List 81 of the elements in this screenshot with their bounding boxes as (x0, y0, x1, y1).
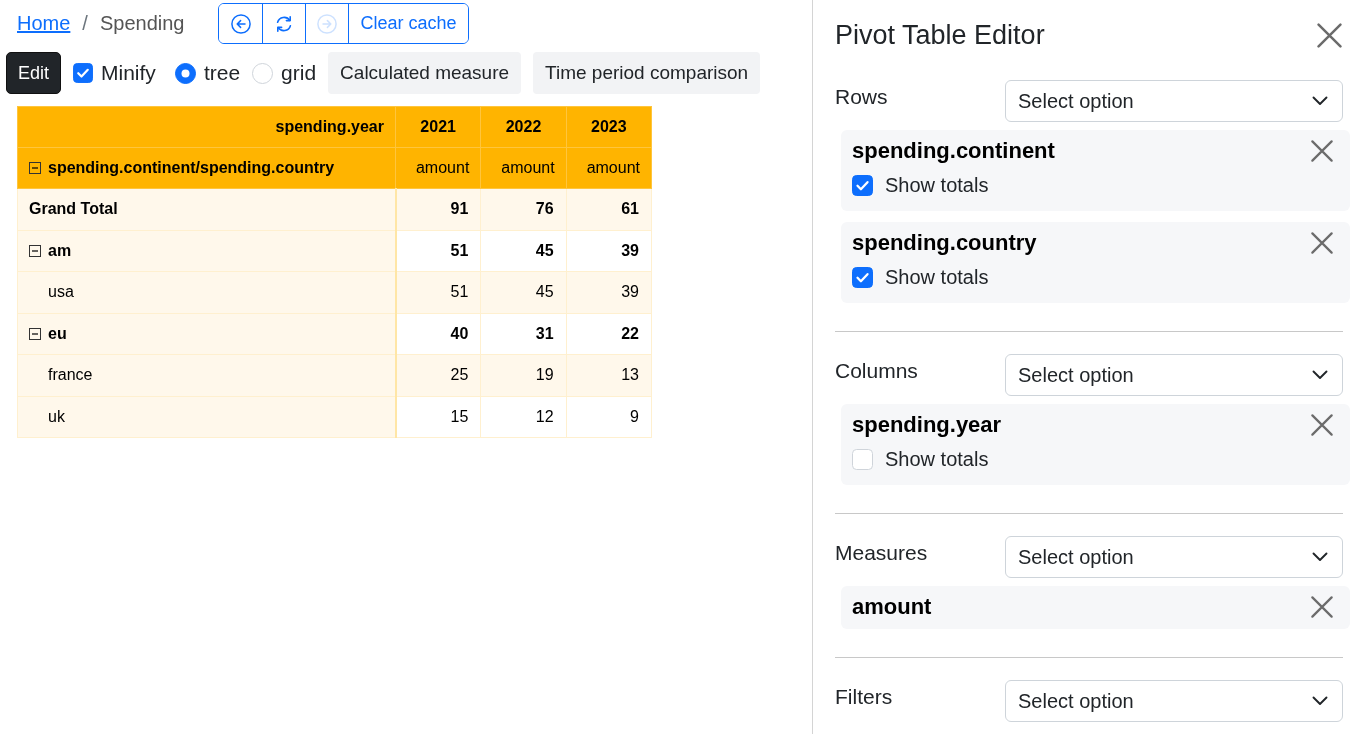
minus-square-icon[interactable] (29, 327, 41, 340)
checkbox-label: Minify (101, 61, 156, 85)
breadcrumb-current: Spending (99, 12, 185, 35)
table-cell: 25 (395, 354, 481, 396)
toolbar-button[interactable]: Time period comparison (533, 52, 761, 94)
select-field[interactable]: Select option (1005, 536, 1343, 578)
select-field[interactable]: Select option (1005, 680, 1343, 722)
table-cell: 12 (480, 396, 567, 438)
minus-square-icon[interactable] (29, 162, 41, 174)
measure-header: amount (566, 147, 652, 189)
chevron-down-icon (1312, 370, 1328, 380)
chevron-down-icon (1312, 96, 1328, 106)
row-label: usa (48, 283, 74, 302)
toolbar-button[interactable]: Calculated measure (328, 52, 522, 94)
table-cell: 51 (395, 230, 481, 272)
table-cell: 45 (480, 230, 567, 272)
radio-label: tree (203, 61, 241, 85)
row-label: am (48, 241, 72, 260)
checkbox[interactable] (73, 63, 94, 83)
arrow-right-circle-icon (317, 13, 338, 34)
remove-field-button[interactable] (1310, 413, 1334, 437)
remove-field-button[interactable] (1310, 595, 1334, 619)
select-field[interactable]: Select option (1005, 80, 1343, 122)
section-label: Columns (835, 358, 919, 383)
close-button[interactable] (1316, 21, 1343, 49)
field-name: amount (852, 594, 932, 620)
panel-title: Pivot Table Editor (835, 19, 1045, 51)
row-field-label: spending.continent/spending.country (48, 159, 335, 177)
breadcrumb-separator: / (82, 12, 88, 35)
clear-cache-button[interactable]: Clear cache (348, 4, 468, 43)
arrow-left-circle-icon (230, 13, 251, 34)
table-cell: 91 (395, 188, 481, 230)
column-field-header: spending.year (17, 106, 396, 148)
table-cell: 45 (480, 271, 567, 313)
column-header: 2023 (566, 106, 652, 148)
section-label: Rows (835, 84, 889, 109)
checkbox[interactable] (852, 267, 873, 288)
field-name: spending.year (852, 412, 1002, 438)
breadcrumb-link[interactable]: Home (17, 12, 71, 35)
checkbox-label: Show totals (885, 266, 989, 289)
table-cell: 19 (480, 354, 567, 396)
table-cell: 31 (480, 313, 567, 355)
edit-button[interactable]: Edit (6, 52, 62, 94)
row-label: Grand Total (29, 200, 118, 219)
table-cell: 22 (566, 313, 652, 355)
field-name: spending.continent (852, 138, 1055, 164)
section-label: Measures (835, 540, 929, 565)
close-icon (1311, 140, 1333, 162)
chevron-down-icon (1312, 552, 1328, 562)
remove-field-button[interactable] (1310, 139, 1334, 163)
column-header: 2021 (395, 106, 481, 148)
close-icon (1311, 596, 1333, 618)
checkbox-label: Show totals (885, 174, 989, 197)
chevron-down-icon (1312, 696, 1328, 706)
close-icon (1311, 414, 1333, 436)
table-cell: 9 (566, 396, 652, 438)
measure-header: amount (395, 147, 481, 189)
checkbox-label: Show totals (885, 448, 989, 471)
radio-button[interactable] (174, 62, 196, 84)
measure-header: amount (480, 147, 567, 189)
section-label: Filters (835, 684, 894, 709)
table-cell: 13 (566, 354, 652, 396)
close-icon (1311, 232, 1333, 254)
checkbox[interactable] (852, 175, 873, 196)
table-cell: 40 (395, 313, 481, 355)
close-icon (1317, 22, 1342, 48)
radio-label: grid (281, 61, 317, 85)
table-cell: 61 (566, 188, 652, 230)
row-label: france (48, 366, 93, 385)
field-name: spending.country (852, 230, 1037, 256)
table-cell: 15 (395, 396, 481, 438)
row-label: uk (48, 407, 65, 426)
column-header: 2022 (480, 106, 567, 148)
row-label: eu (48, 324, 67, 343)
table-cell: 39 (566, 271, 652, 313)
remove-field-button[interactable] (1310, 231, 1334, 255)
select-field[interactable]: Select option (1005, 354, 1343, 396)
minus-square-icon[interactable] (29, 244, 41, 257)
table-cell: 39 (566, 230, 652, 272)
table-cell: 51 (395, 271, 481, 313)
table-cell: 76 (480, 188, 567, 230)
